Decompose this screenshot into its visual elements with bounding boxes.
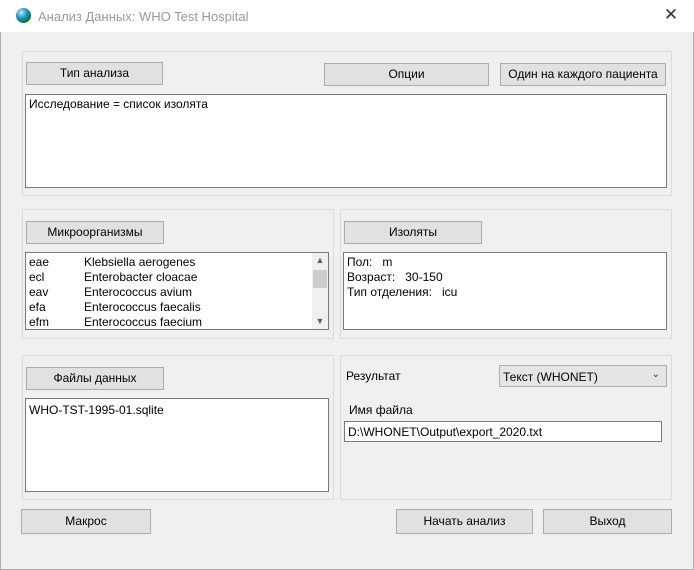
filter-label: Тип отделения: (347, 285, 432, 299)
result-label: Результат (346, 369, 401, 383)
filter-value: 30-150 (405, 270, 443, 284)
close-button[interactable]: ✕ (658, 4, 684, 26)
list-item[interactable]: efm Enterococcus faecium (29, 315, 202, 329)
organisms-scrollbar[interactable]: ▲ ▼ (312, 253, 328, 329)
filter-label: Возраст: (347, 270, 396, 284)
filename-value: D:\WHONET\Output\export_2020.txt (348, 425, 543, 439)
organisms-button[interactable]: Микроорганизмы (26, 221, 164, 244)
isolate-filter-sex: Пол: m (347, 255, 392, 269)
scroll-up-icon[interactable]: ▲ (312, 253, 328, 268)
organism-name: Enterobacter cloacae (84, 270, 198, 284)
organism-code: ecl (29, 270, 45, 284)
analysis-type-button[interactable]: Тип анализа (26, 62, 163, 85)
list-item[interactable]: eae Klebsiella aerogenes (29, 255, 195, 269)
organism-name: Enterococcus avium (84, 285, 193, 299)
filename-input[interactable]: D:\WHONET\Output\export_2020.txt (344, 421, 662, 442)
per-patient-button[interactable]: Один на каждого пациента (500, 63, 666, 86)
scroll-down-icon[interactable]: ▼ (312, 314, 328, 329)
organism-name: Enterococcus faecium (84, 315, 203, 329)
filter-label: Пол: (347, 255, 373, 269)
list-item[interactable]: eav Enterococcus avium (29, 285, 192, 299)
macros-button[interactable]: Макрос (21, 509, 151, 534)
analysis-description-box[interactable]: Исследование = список изолята (25, 94, 667, 188)
list-item[interactable]: ecl Enterobacter cloacae (29, 270, 197, 284)
title-bar: Анализ Данных: WHO Test Hospital ✕ (0, 0, 694, 32)
isolates-button[interactable]: Изоляты (344, 221, 482, 244)
exit-button[interactable]: Выход (543, 509, 672, 534)
list-item[interactable]: efa Enterococcus faecalis (29, 300, 201, 314)
organism-name: Enterococcus faecalis (84, 300, 201, 314)
organism-code: eae (29, 255, 50, 269)
filter-value: icu (441, 285, 458, 299)
options-button[interactable]: Опции (324, 63, 489, 86)
list-item[interactable]: WHO-TST-1995-01.sqlite (29, 403, 164, 417)
filename-label: Имя файла (349, 403, 413, 417)
organism-code: efa (29, 300, 46, 314)
scroll-thumb[interactable] (313, 270, 327, 288)
window-title: Анализ Данных: WHO Test Hospital (38, 9, 249, 24)
result-format-select[interactable]: Текст (WHONET) ⌄ (499, 365, 667, 387)
filter-value: m (382, 255, 393, 269)
organism-code: eav (29, 285, 49, 299)
data-files-list[interactable]: WHO-TST-1995-01.sqlite (25, 398, 329, 492)
start-analysis-button[interactable]: Начать анализ (396, 509, 533, 534)
isolates-box[interactable]: Пол: m Возраст: 30-150 Тип отделения: ic… (343, 252, 667, 330)
isolate-filter-age: Возраст: 30-150 (347, 270, 443, 284)
chevron-down-icon: ⌄ (651, 369, 660, 380)
analysis-description: Исследование = список изолята (29, 97, 208, 111)
result-format-value: Текст (WHONET) (503, 370, 598, 384)
globe-icon (16, 8, 31, 23)
isolate-filter-ward: Тип отделения: icu (347, 285, 457, 299)
organism-name: Klebsiella aerogenes (84, 255, 196, 269)
data-files-button[interactable]: Файлы данных (26, 367, 164, 390)
organisms-list[interactable]: eae Klebsiella aerogenes ecl Enterobacter … (25, 252, 329, 330)
organism-code: efm (29, 315, 50, 329)
